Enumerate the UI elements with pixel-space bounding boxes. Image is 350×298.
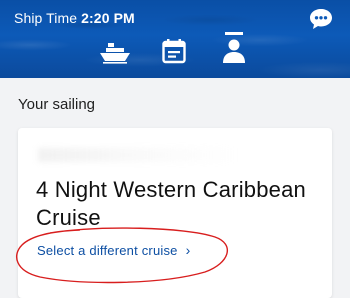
section-title: Your sailing — [18, 96, 95, 113]
ship-time-label: Ship Time — [14, 10, 78, 26]
person-icon[interactable] — [221, 31, 247, 65]
chevron-right-icon: › — [185, 242, 191, 258]
cruise-title: 4 Night Western Caribbean Cruise — [36, 177, 306, 230]
calendar-icon[interactable] — [162, 38, 186, 64]
ship-icon[interactable] — [99, 40, 131, 64]
app-header: Ship Time 2:20 PM — [0, 0, 350, 78]
ship-time-value: 2:20 PM — [81, 10, 135, 26]
blurred-text — [38, 148, 238, 162]
select-link-label: Select a different cruise — [37, 243, 178, 258]
select-different-cruise-link[interactable]: Select a different cruise › — [37, 242, 191, 258]
ship-time: Ship Time 2:20 PM — [14, 10, 135, 26]
chat-icon[interactable] — [309, 8, 333, 30]
sailing-card: 4 Night Western Caribbean Cruise Select … — [18, 128, 332, 298]
